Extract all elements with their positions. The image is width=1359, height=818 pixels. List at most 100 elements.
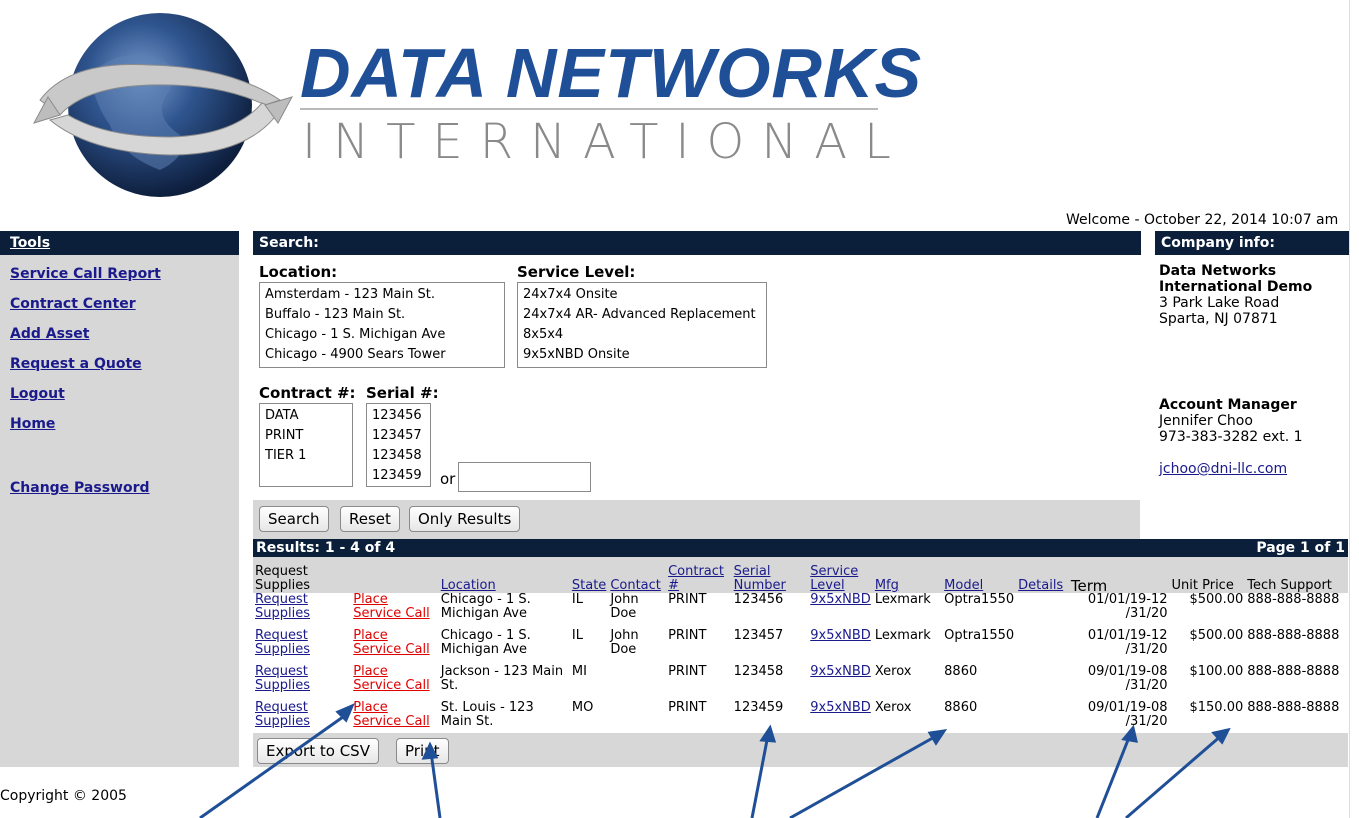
page-edge-divider (1349, 0, 1350, 818)
term-cell: 09/01/19-08 /31/20 (1087, 664, 1168, 693)
place-service-call-link[interactable]: Place Service Call (353, 592, 429, 621)
sidebar-item-request-quote[interactable]: Request a Quote (0, 349, 239, 379)
sidebar-item-add-asset[interactable]: Add Asset (0, 319, 239, 349)
column-header-contact[interactable]: Contact (610, 578, 661, 593)
location-cell: Chicago - 1 S. Michigan Ave (440, 628, 531, 657)
tech-support-cell: 888-888-8888 (1247, 628, 1340, 643)
location-listbox[interactable]: Amsterdam - 123 Main St. Buffalo - 123 M… (259, 282, 505, 368)
column-header-model[interactable]: Model (944, 578, 983, 593)
request-supplies-link[interactable]: Request Supplies (255, 700, 310, 729)
column-header-tech-support: Tech Support (1245, 557, 1348, 593)
search-button[interactable]: Search (259, 506, 329, 532)
price-cell: $100.00 (1189, 664, 1244, 679)
only-results-button[interactable]: Only Results (409, 506, 521, 532)
column-header-location[interactable]: Location (441, 578, 496, 593)
list-item[interactable]: Chicago - 4900 Sears Tower (265, 345, 499, 365)
request-supplies-link[interactable]: Request Supplies (255, 592, 310, 621)
tech-support-cell: 888-888-8888 (1247, 700, 1340, 715)
mfg-cell: Lexmark (874, 628, 931, 643)
brand-subtitle: INTERNATIONAL (302, 114, 908, 170)
account-manager-name: Jennifer Choo (1159, 413, 1253, 429)
results-button-bar: Export to CSV Print (253, 733, 1348, 767)
contract-listbox[interactable]: DATA PRINT TIER 1 (259, 403, 353, 487)
list-item[interactable]: 24x7x4 AR- Advanced Replacement (523, 305, 761, 325)
serial-label: Serial #: (366, 384, 439, 402)
service-level-link[interactable]: 9x5xNBD (810, 592, 871, 607)
state-cell: MO (571, 700, 594, 715)
place-service-call-link[interactable]: Place Service Call (353, 628, 429, 657)
account-manager-email-link[interactable]: jchoo@dni-llc.com (1159, 461, 1287, 477)
serial-listbox[interactable]: 123456 123457 123458 123459 (366, 403, 431, 487)
export-csv-button[interactable]: Export to CSV (257, 738, 379, 764)
list-item[interactable]: Amsterdam - 123 Main St. (265, 285, 499, 305)
sidebar-item-contract-center[interactable]: Contract Center (0, 289, 239, 319)
sidebar-item-service-call-report[interactable]: Service Call Report (0, 259, 239, 289)
request-supplies-link[interactable]: Request Supplies (255, 628, 310, 657)
state-cell: IL (571, 592, 583, 607)
serial-search-input[interactable] (458, 462, 591, 492)
column-header-details[interactable]: Details (1018, 578, 1063, 593)
term-cell: 01/01/19-12 /31/20 (1087, 628, 1168, 657)
mfg-cell: Xerox (874, 664, 912, 679)
list-item[interactable]: 123458 (372, 446, 425, 466)
list-item[interactable]: 123456 (372, 406, 425, 426)
term-cell: 01/01/19-12 /31/20 (1087, 592, 1168, 621)
account-manager-heading: Account Manager (1159, 397, 1297, 413)
column-header-contract[interactable]: Contract # (668, 564, 724, 593)
welcome-text: Welcome - October 22, 2014 10:07 am (1066, 212, 1339, 228)
globe-logo-icon (32, 13, 294, 197)
list-item[interactable]: 123459 (372, 466, 425, 486)
service-level-link[interactable]: 9x5xNBD (810, 664, 871, 679)
list-item[interactable]: 24x7x4 Onsite (523, 285, 761, 305)
contract-cell: PRINT (668, 664, 707, 679)
contact-cell: John Doe (610, 592, 639, 621)
list-item[interactable]: Chicago - 1 S. Michigan Ave (265, 325, 499, 345)
contract-cell: PRINT (668, 628, 707, 643)
sidebar-item-logout[interactable]: Logout (0, 379, 239, 409)
list-item[interactable]: 9x5xNBD Onsite (523, 345, 761, 365)
table-row: Request Supplies Place Service Call Chic… (253, 593, 1348, 629)
table-row: Request Supplies Place Service Call Jack… (253, 665, 1348, 701)
details-cell (1016, 593, 1069, 629)
list-item[interactable]: 123457 (372, 426, 425, 446)
details-cell (1016, 665, 1069, 701)
brand-divider (300, 108, 878, 110)
list-item[interactable]: TIER 1 (265, 446, 347, 466)
list-item[interactable]: PRINT (265, 426, 347, 446)
mfg-cell: Xerox (874, 700, 912, 715)
sidebar-item-home[interactable]: Home (0, 409, 239, 439)
print-button[interactable]: Print (396, 738, 449, 764)
column-header-mfg[interactable]: Mfg (875, 578, 899, 593)
column-header-service-level[interactable]: Service Level (810, 564, 858, 593)
sidebar-heading: Tools (0, 231, 239, 255)
column-header-serial[interactable]: Serial Number (734, 564, 786, 593)
tech-support-cell: 888-888-8888 (1247, 592, 1340, 607)
service-level-listbox[interactable]: 24x7x4 Onsite 24x7x4 AR- Advanced Replac… (517, 282, 767, 368)
sidebar-item-change-password[interactable]: Change Password (0, 473, 239, 503)
company-name: Data Networks International Demo (1159, 263, 1313, 295)
contract-label: Contract #: (259, 384, 356, 402)
list-item[interactable]: 8x5x4 (523, 325, 761, 345)
results-header-bar: Results: 1 - 4 of 4 Page 1 of 1 (253, 539, 1348, 557)
location-cell: Jackson - 123 Main St. (440, 664, 564, 693)
serial-cell: 123457 (733, 628, 784, 643)
reset-button[interactable]: Reset (340, 506, 400, 532)
company-info-panel: Company info: Data Networks Internationa… (1155, 231, 1349, 477)
column-header-request: Request Supplies (253, 557, 352, 593)
location-cell: Chicago - 1 S. Michigan Ave (440, 592, 531, 621)
serial-cell: 123459 (733, 700, 784, 715)
or-label: or (440, 470, 456, 488)
search-panel: Search: Location: Amsterdam - 123 Main S… (253, 231, 1141, 539)
request-supplies-link[interactable]: Request Supplies (255, 664, 310, 693)
place-service-call-link[interactable]: Place Service Call (353, 700, 429, 729)
copyright-text: Copyright © 2005 (0, 788, 127, 804)
results-summary: Results: 1 - 4 of 4 (256, 540, 396, 556)
column-header-state[interactable]: State (572, 578, 606, 593)
location-cell: St. Louis - 123 Main St. (440, 700, 534, 729)
service-level-link[interactable]: 9x5xNBD (810, 628, 871, 643)
list-item[interactable]: DATA (265, 406, 347, 426)
service-level-link[interactable]: 9x5xNBD (810, 700, 871, 715)
place-service-call-link[interactable]: Place Service Call (353, 664, 429, 693)
search-heading: Search: (253, 231, 1141, 255)
list-item[interactable]: Buffalo - 123 Main St. (265, 305, 499, 325)
